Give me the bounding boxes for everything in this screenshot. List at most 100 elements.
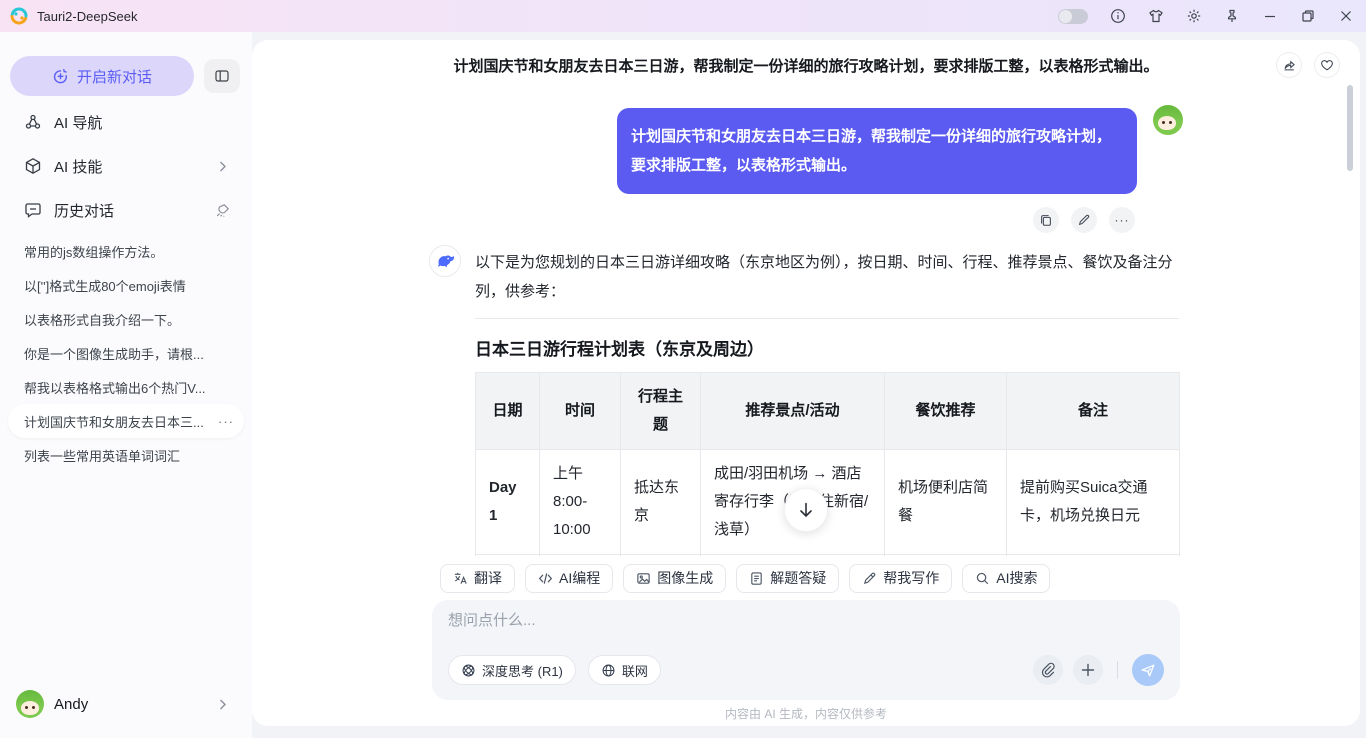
user-name: Andy	[54, 696, 88, 713]
itinerary-table-title: 日本三日游行程计划表（东京及周边）	[475, 335, 1179, 360]
close-button[interactable]	[1338, 8, 1354, 24]
ai-skills-cube-icon	[24, 157, 42, 175]
chip-label: AI搜索	[996, 568, 1037, 588]
vertical-scrollbar[interactable]	[1347, 85, 1353, 171]
user-avatar	[16, 690, 44, 718]
sidebar-item-label: AI 技能	[54, 156, 102, 177]
chip-ai-search[interactable]: AI搜索	[962, 564, 1050, 593]
chip-label: 帮我写作	[883, 568, 939, 588]
pencil-icon	[1077, 213, 1091, 227]
web-search-toggle[interactable]: 联网	[588, 655, 661, 685]
user-message-bubble: 计划国庆节和女朋友去日本三日游，帮我制定一份详细的旅行攻略计划，要求排版工整，以…	[617, 108, 1137, 194]
theme-toggle-knob	[1059, 10, 1072, 23]
sidebar-item-ai-nav[interactable]: AI 导航	[0, 100, 252, 144]
new-chat-label: 开启新对话	[77, 66, 152, 87]
prompt-input[interactable]	[448, 612, 1164, 629]
ai-nav-icon	[24, 113, 42, 131]
col-header-spots: 推荐景点/活动	[701, 373, 885, 450]
favorite-button[interactable]	[1314, 52, 1340, 78]
composer-divider	[1117, 661, 1118, 679]
send-icon	[1140, 662, 1156, 678]
chip-homework-help[interactable]: 解题答疑	[736, 564, 839, 593]
chip-label: 解题答疑	[770, 568, 826, 588]
chat-card: 计划国庆节和女朋友去日本三日游，帮我制定一份详细的旅行攻略计划，要求排版工整，以…	[252, 40, 1360, 726]
itinerary-table: 日期 时间 行程主题 推荐景点/活动 餐饮推荐 备注	[475, 372, 1180, 556]
deepseek-logo-icon	[429, 245, 461, 277]
theme-toggle[interactable]	[1058, 9, 1088, 24]
maximize-restore-button[interactable]	[1300, 8, 1316, 24]
image-icon	[636, 571, 651, 586]
arrow-down-icon	[797, 501, 815, 519]
history-item[interactable]: 以表格形式自我介绍一下。	[0, 302, 252, 336]
history-item-more-icon[interactable]: ···	[218, 414, 234, 429]
history-item-active[interactable]: 计划国庆节和女朋友去日本三... ···	[8, 404, 244, 438]
divider	[475, 318, 1179, 319]
col-header-notes: 备注	[1007, 373, 1180, 450]
new-chat-button[interactable]: 开启新对话	[10, 56, 194, 96]
app-window: Tauri2-DeepSeek	[0, 0, 1366, 738]
cell-date: Day 1	[476, 450, 540, 555]
deep-think-icon	[461, 663, 476, 678]
user-message-avatar	[1153, 105, 1183, 135]
chat-header: 计划国庆节和女朋友去日本三日游，帮我制定一份详细的旅行攻略计划，要求排版工整，以…	[252, 40, 1360, 90]
history-chat-icon	[24, 201, 42, 219]
minimize-button[interactable]	[1262, 8, 1278, 24]
composer: 深度思考 (R1) 联网	[252, 600, 1360, 700]
chip-image-generation[interactable]: 图像生成	[623, 564, 726, 593]
scroll-to-bottom-button[interactable]	[784, 488, 828, 532]
app-title: Tauri2-DeepSeek	[37, 9, 137, 24]
history-item[interactable]: 列表一些常用英语单词词汇	[0, 438, 252, 472]
titlebar: Tauri2-DeepSeek	[0, 0, 1366, 32]
share-icon	[1282, 58, 1296, 72]
globe-icon	[601, 663, 616, 678]
composer-box[interactable]: 深度思考 (R1) 联网	[432, 600, 1180, 700]
settings-gear-icon[interactable]	[1186, 8, 1202, 24]
ai-intro-text: 以下是为您规划的日本三日游详细攻略（东京地区为例），按日期、时间、行程、推荐景点…	[475, 245, 1179, 306]
theme-skin-icon[interactable]	[1148, 8, 1164, 24]
history-item-label: 以['']格式生成80个emoji表情	[24, 276, 186, 295]
collapse-sidebar-button[interactable]	[204, 59, 240, 93]
main-area: 计划国庆节和女朋友去日本三日游，帮我制定一份详细的旅行攻略计划，要求排版工整，以…	[252, 32, 1366, 738]
deep-think-label: 深度思考 (R1)	[482, 661, 563, 680]
copy-message-button[interactable]	[1033, 207, 1059, 233]
edit-message-button[interactable]	[1071, 207, 1097, 233]
sidebar-item-ai-skills[interactable]: AI 技能	[0, 144, 252, 188]
pin-icon[interactable]	[1224, 8, 1240, 24]
history-item[interactable]: 帮我以表格格式输出6个热门V...	[0, 370, 252, 404]
ai-disclaimer: 内容由 AI 生成，内容仅供参考	[252, 700, 1360, 726]
history-item-label: 计划国庆节和女朋友去日本三...	[24, 412, 204, 431]
history-item[interactable]: 你是一个图像生成助手，请根...	[0, 336, 252, 370]
add-button[interactable]	[1073, 655, 1103, 685]
chip-label: AI编程	[559, 568, 600, 588]
search-icon	[975, 571, 990, 586]
more-actions-button[interactable]: ···	[1109, 207, 1135, 233]
chip-help-me-write[interactable]: 帮我写作	[849, 564, 952, 593]
history-item-label: 你是一个图像生成助手，请根...	[24, 344, 204, 363]
chip-translate[interactable]: 翻译	[440, 564, 515, 593]
new-chat-icon	[52, 68, 69, 85]
attach-file-button[interactable]	[1033, 655, 1063, 685]
paperclip-icon	[1040, 662, 1056, 678]
table-row: Day 1 上午 8:00-10:00 抵达东京 成田/羽田机场 → 酒店寄存行…	[476, 450, 1180, 555]
chat-scroll-area[interactable]: 计划国庆节和女朋友去日本三日游，帮我制定一份详细的旅行攻略计划，要求排版工整，以…	[252, 90, 1360, 556]
history-item-label: 常用的js数组操作方法。	[24, 242, 163, 261]
chip-label: 翻译	[474, 568, 502, 588]
sidebar-item-label: AI 导航	[54, 112, 102, 133]
chip-ai-coding[interactable]: AI编程	[525, 564, 613, 593]
history-list: 常用的js数组操作方法。 以['']格式生成80个emoji表情 以表格形式自我…	[0, 234, 252, 472]
history-item[interactable]: 以['']格式生成80个emoji表情	[0, 268, 252, 302]
deep-think-toggle[interactable]: 深度思考 (R1)	[448, 655, 576, 685]
sidebar-nav: AI 导航 AI 技能 历史对话	[0, 100, 252, 232]
share-button[interactable]	[1276, 52, 1302, 78]
info-icon[interactable]	[1110, 8, 1126, 24]
sidebar-item-history[interactable]: 历史对话	[0, 188, 252, 232]
history-item-label: 以表格形式自我介绍一下。	[24, 310, 180, 329]
pen-icon	[862, 571, 877, 586]
send-button[interactable]	[1132, 654, 1164, 686]
tauri-logo-icon	[10, 7, 28, 25]
user-account-row[interactable]: Andy	[0, 682, 252, 726]
conversation-title: 计划国庆节和女朋友去日本三日游，帮我制定一份详细的旅行攻略计划，要求排版工整，以…	[453, 55, 1158, 76]
history-item[interactable]: 常用的js数组操作方法。	[0, 234, 252, 268]
clear-history-broom-icon[interactable]	[215, 203, 230, 218]
plus-icon	[1080, 662, 1096, 678]
